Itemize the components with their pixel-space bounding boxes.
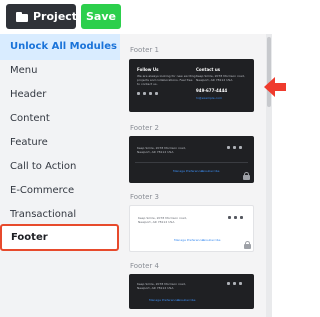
template-phone: 949-677-4444 [196, 88, 228, 93]
manage-preferences-link: Manage Preferences [174, 238, 205, 242]
social-icons [227, 146, 242, 149]
unsubscribe-link: Unsubscribe [202, 238, 221, 242]
red-arrow-icon [264, 77, 286, 97]
sidebar-item-transactional[interactable]: Transactional [10, 209, 76, 220]
sidebar-item-footer[interactable]: Footer [0, 224, 119, 251]
social-icons [137, 92, 158, 95]
template-thumbnail-footer-4[interactable]: Keep Smile, 2078 Morrison road, Newport,… [129, 274, 254, 309]
template-label: Footer 4 [130, 262, 159, 270]
template-text: to contact us. [137, 82, 158, 86]
unsubscribe-link: Unsubscribe [177, 298, 196, 302]
template-text: Newport, AR 78112 USA [137, 150, 174, 154]
template-email: hi@example.com [196, 96, 223, 100]
category-sidebar: Unlock All Modules → Menu Header Content… [0, 34, 129, 317]
lock-icon [244, 241, 251, 249]
template-label: Footer 1 [130, 46, 159, 54]
projects-button[interactable]: Projects [6, 4, 84, 29]
manage-preferences-link: Manage Preferences [149, 298, 180, 302]
template-heading: Follow Us [137, 67, 159, 72]
folder-icon [16, 12, 28, 22]
manage-preferences-link: Manage Preferences [173, 169, 204, 173]
template-thumbnail-footer-3[interactable]: Keep Smile, 2078 Morrison road, Newport,… [129, 205, 254, 252]
template-thumbnail-footer-1[interactable]: Follow Us We are always looking for new … [129, 59, 254, 112]
lock-icon [243, 172, 250, 180]
sidebar-item-header[interactable]: Header [10, 89, 46, 100]
divider [135, 162, 248, 163]
sidebar-item-e-commerce[interactable]: E-Commerce [10, 185, 74, 196]
template-heading: Contact us [196, 67, 221, 72]
template-text: Newport, AR 78112 USA [137, 286, 174, 290]
template-text: Newport, AR 78112 USA [196, 78, 233, 82]
template-label: Footer 2 [130, 124, 159, 132]
social-icons [228, 216, 243, 219]
template-label: Footer 3 [130, 193, 159, 201]
template-thumbnail-footer-2[interactable]: Keep Smile, 2078 Morrison road, Newport,… [129, 136, 254, 183]
projects-button-label: Projects [33, 10, 84, 23]
template-text: Newport, AR 78112 USA [138, 220, 175, 224]
unlock-all-modules-link[interactable]: Unlock All Modules → [0, 34, 129, 60]
sidebar-item-feature[interactable]: Feature [10, 137, 48, 148]
save-button[interactable]: Save [81, 4, 121, 29]
sidebar-item-call-to-action[interactable]: Call to Action [10, 161, 76, 172]
social-icons [227, 282, 242, 285]
sidebar-item-menu[interactable]: Menu [10, 65, 37, 76]
unsubscribe-link: Unsubscribe [201, 169, 220, 173]
template-list: Footer 1 Follow Us We are always looking… [120, 34, 266, 317]
sidebar-item-content[interactable]: Content [10, 113, 50, 124]
top-toolbar: Projects Save [0, 0, 300, 34]
